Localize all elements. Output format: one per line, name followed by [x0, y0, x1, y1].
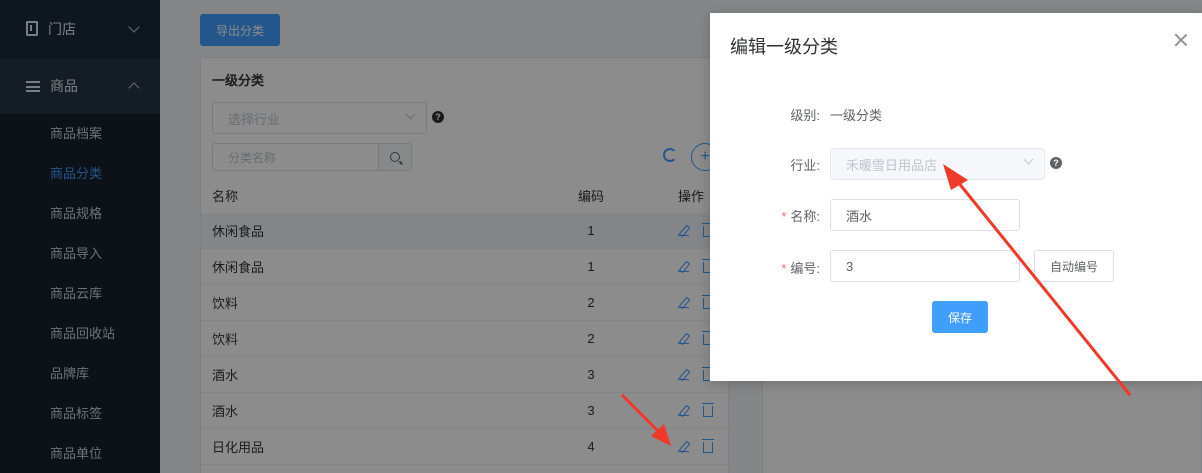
industry-label: 行业: [790, 158, 820, 173]
required-mark: * [781, 261, 787, 276]
close-icon[interactable] [1174, 33, 1188, 47]
level-label: 级别: [790, 108, 820, 123]
name-label: * 名称: [710, 206, 820, 225]
name-input[interactable]: 酒水 [830, 199, 1020, 231]
code-label: * 编号: [710, 258, 820, 277]
auto-code-button[interactable]: 自动编号 [1034, 250, 1114, 282]
industry-select-disabled: 禾暖雪日用品店 [830, 148, 1045, 180]
industry-select-value: 禾暖雪日用品店 [846, 157, 938, 173]
code-input[interactable]: 3 [830, 250, 1020, 282]
edit-category-dialog: 编辑一级分类 级别: 一级分类 行业: 禾暖雪日用品店 ? * 名称: 酒水 * 编… [710, 13, 1202, 381]
chevron-down-icon [1023, 154, 1034, 165]
code-label-text: 编号: [790, 261, 820, 276]
save-button[interactable]: 保存 [932, 301, 988, 333]
required-mark: * [781, 209, 787, 224]
dialog-title: 编辑一级分类 [730, 37, 838, 57]
name-label-text: 名称: [790, 209, 820, 224]
help-icon[interactable]: ? [1050, 157, 1062, 169]
level-value: 一级分类 [830, 108, 883, 123]
